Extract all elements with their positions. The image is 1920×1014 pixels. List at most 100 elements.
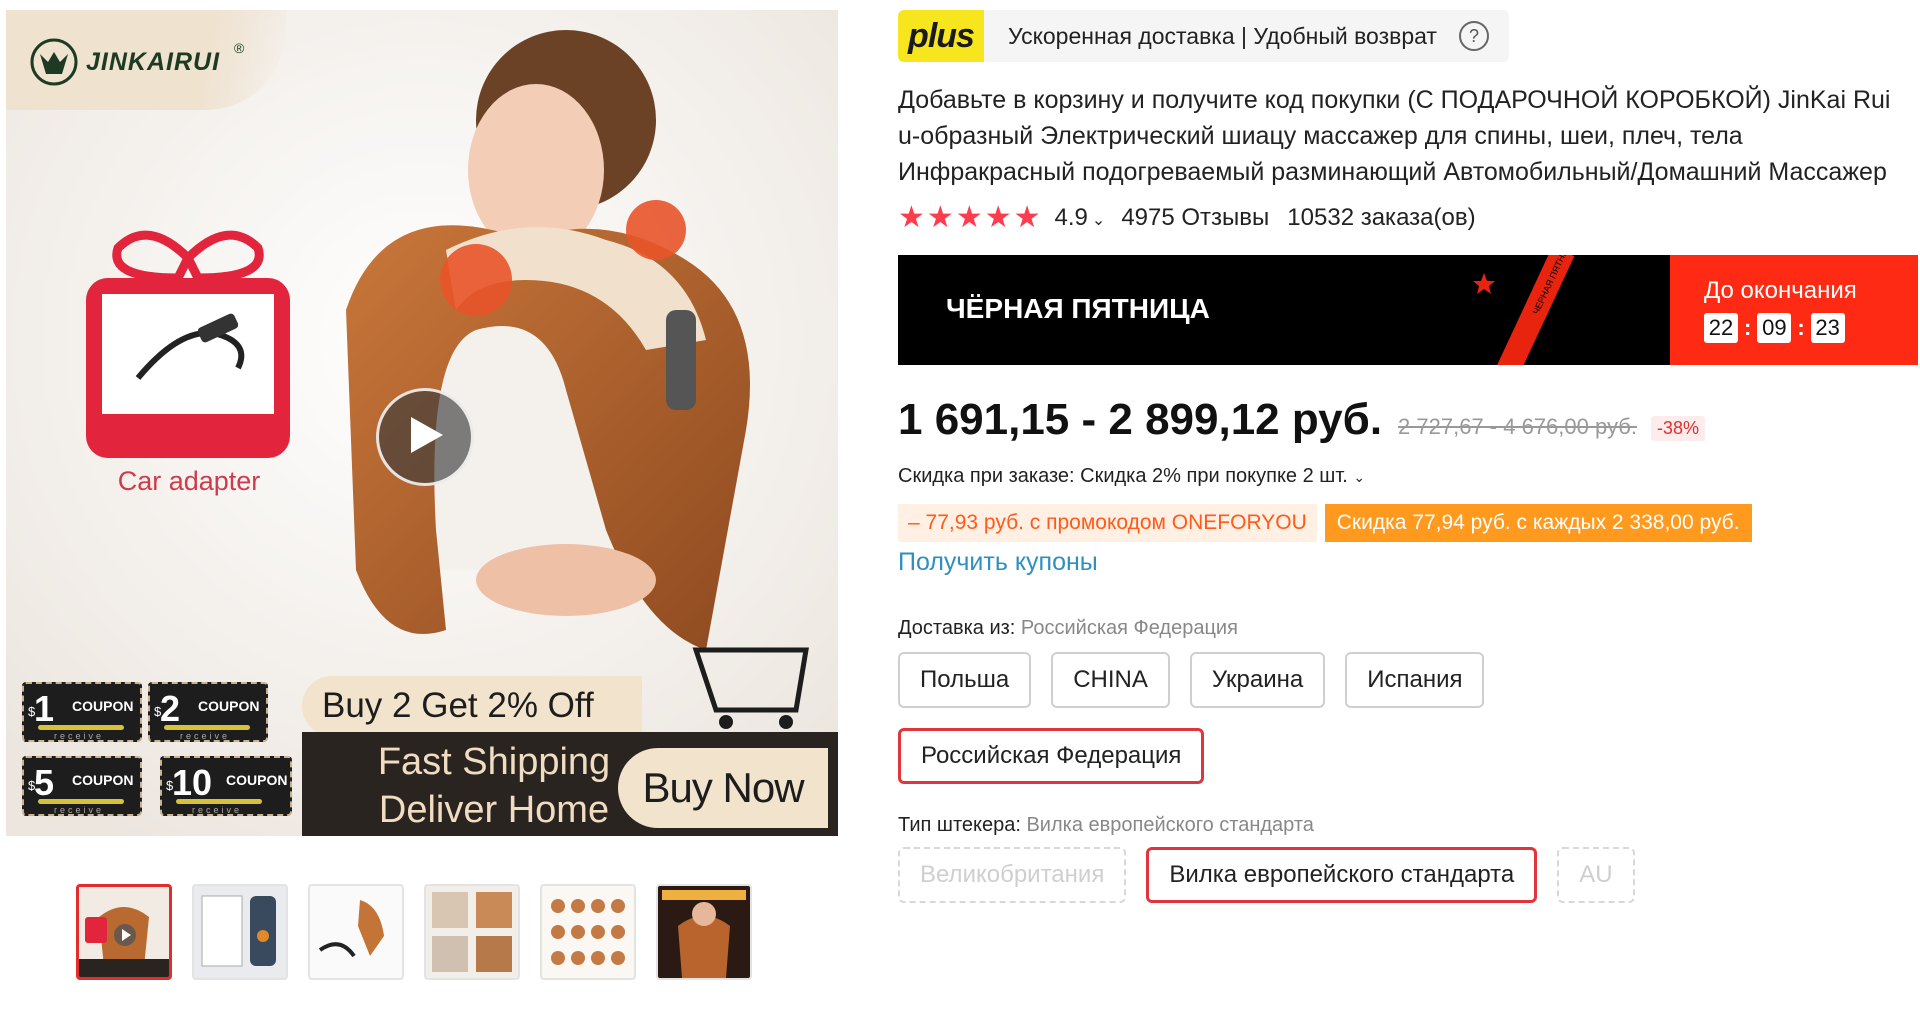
rating-value[interactable]: 4.9 ⌄ [1055, 204, 1106, 232]
product-info: plus Ускоренная доставка | Удобный возвр… [898, 10, 1918, 903]
fox-logo-icon [30, 38, 78, 86]
black-friday-banner: ЧЁРНАЯ ПЯТНИЦА ЧЕРНАЯ ПЯТНИЦА До окончан… [898, 255, 1918, 365]
star-icon: ★ [926, 201, 954, 234]
promo-buy-now: Buy Now [618, 748, 828, 828]
star-icon: ★ [984, 201, 1012, 234]
gift-title: GIFT [149, 418, 229, 457]
thumbnail-image [310, 886, 402, 978]
shipping-options: Польша CHINA Украина Испания Российская … [898, 652, 1598, 784]
get-coupons-link[interactable]: Получить купоны [898, 548, 1918, 577]
promo-fast-line2: Deliver Home [378, 789, 610, 831]
reviews-link[interactable]: 4975 Отзывы [1121, 204, 1269, 232]
coupon-receive: receive [192, 805, 243, 815]
countdown-timer: До окончания 22 : 09 : 23 [1670, 255, 1918, 365]
coupon-amount: 10 [172, 762, 213, 803]
colon: : [1744, 315, 1752, 340]
star-icon: ★ [1013, 201, 1041, 234]
thumbnail-image [426, 886, 518, 978]
coupon-receive: receive [54, 731, 105, 741]
orders-count: 10532 заказа(ов) [1287, 203, 1476, 231]
coupon-receive: receive [180, 731, 231, 741]
store-discount-tag: Скидка 77,94 руб. с каждых 2 338,00 руб. [1324, 504, 1752, 542]
price-row: 1 691,15 - 2 899,12 руб. 2 727,67 - 4 67… [898, 395, 1918, 445]
countdown-hours: 22 [1704, 313, 1738, 343]
star-icon: ★ [955, 201, 983, 234]
main-product-image[interactable]: JINKAIRUI ® GIFT Car adapter $ 1 COUPON … [6, 10, 838, 836]
plug-option-selected[interactable]: Вилка европейского стандарта [1146, 847, 1538, 903]
thumbnail[interactable] [540, 884, 636, 980]
product-title: Добавьте в корзину и получите код покупк… [898, 86, 1891, 186]
thumbnail[interactable] [192, 884, 288, 980]
old-price: 2 727,67 - 4 676,00 руб. [1398, 414, 1637, 439]
coupon-badge: $ 1 COUPON receive [22, 682, 142, 742]
star-deco-icon [1473, 273, 1495, 294]
coupon-badge: $ 10 COUPON receive [160, 756, 292, 816]
play-video-button[interactable] [376, 388, 474, 486]
thumbnail[interactable] [76, 884, 172, 980]
plug-label-text: Тип штекера: [898, 814, 1021, 836]
coupon-amount: 2 [160, 688, 181, 729]
promo-buy2: Buy 2 Get 2% Off [302, 676, 642, 736]
question-circle-icon[interactable]: ? [1458, 21, 1489, 51]
coupon-bar [176, 799, 262, 804]
star-icon: ★ [898, 201, 925, 234]
coupon-receive: receive [54, 805, 105, 815]
countdown-digits: 22 : 09 : 23 [1704, 313, 1845, 343]
coupon-bar [164, 725, 250, 730]
shipping-option[interactable]: Украина [1189, 652, 1326, 708]
shipping-label: Доставка из: Российская Федерация [898, 617, 1918, 640]
thumbnail-image [658, 886, 750, 978]
thumbnail-strip [76, 884, 752, 980]
plus-text: Ускоренная доставка | Удобный возврат [1008, 22, 1437, 49]
rating-row: ★ ★ ★ ★ ★ 4.9 ⌄ 4975 Отзывы 10532 заказа(… [898, 200, 1918, 235]
coupon-label: COUPON [198, 698, 260, 714]
chevron-down-icon: ⌄ [1091, 211, 1106, 229]
brand-name: JINKAIRUI [86, 47, 221, 76]
discount-badge: -38% [1650, 416, 1705, 441]
black-friday-title: ЧЁРНАЯ ПЯТНИЦА [946, 293, 1210, 324]
shipping-option[interactable]: CHINA [1051, 652, 1170, 708]
plus-badge: plus [898, 10, 984, 62]
play-icon [411, 417, 443, 453]
promo-code-tag: – 77,93 руб. с промокодом ONEFORYOU [898, 504, 1317, 542]
coupon-bar [38, 725, 124, 730]
plug-options: Великобритания Вилка европейского станда… [898, 847, 1798, 903]
coupon-amount: 5 [34, 762, 55, 803]
gift-subtitle: Car adapter [117, 466, 261, 496]
shipping-option[interactable]: Испания [1345, 652, 1485, 708]
coupon-badge: $ 5 COUPON receive [22, 756, 142, 816]
coupon-amount: 1 [34, 688, 55, 729]
order-discount[interactable]: Скидка при заказе: Скидка 2% при покупке… [898, 465, 1918, 488]
product-gallery: JINKAIRUI ® GIFT Car adapter $ 1 COUPON … [6, 10, 838, 980]
chevron-down-icon: ⌄ [1353, 469, 1366, 485]
colon: : [1797, 315, 1805, 340]
brand-logo: JINKAIRUI [30, 38, 220, 86]
thumbnail[interactable] [656, 884, 752, 980]
shipping-option-selected[interactable]: Российская Федерация [898, 728, 1205, 784]
promo-fast-line1: Fast Shipping [377, 741, 611, 783]
thumbnail[interactable] [308, 884, 404, 980]
coupon-label: COUPON [72, 772, 134, 788]
plug-option-disabled[interactable]: AU [1557, 847, 1635, 903]
shipping-selected-value: Российская Федерация [1020, 617, 1238, 639]
rating-stars: ★ ★ ★ ★ ★ [898, 200, 1041, 235]
countdown-minutes: 09 [1757, 313, 1792, 343]
coupon-label: COUPON [72, 698, 134, 714]
current-price: 1 691,15 - 2 899,12 руб. [898, 395, 1383, 444]
promo-fast-shipping: Fast Shipping Deliver Home [356, 738, 632, 834]
registered-mark: ® [234, 40, 245, 56]
thumbnail-image [194, 886, 286, 978]
countdown-label: До окончания [1704, 277, 1857, 304]
promo-row: – 77,93 руб. с промокодом ONEFORYOU Скид… [898, 504, 1918, 542]
countdown-seconds: 23 [1810, 313, 1845, 343]
thumbnail[interactable] [424, 884, 520, 980]
thumbnail-image [79, 887, 169, 977]
shipping-option[interactable]: Польша [898, 652, 1032, 708]
plug-label: Тип штекера: Вилка европейского стандарт… [898, 814, 1918, 837]
coupon-bar [38, 799, 124, 804]
ribbon-decoration: ЧЕРНАЯ ПЯТНИЦА [1473, 255, 1575, 365]
plus-bar: plus Ускоренная доставка | Удобный возвр… [898, 10, 1509, 62]
plug-selected-value: Вилка европейского стандарта [1026, 814, 1314, 836]
coupon-label: COUPON [226, 772, 288, 788]
plug-option-disabled[interactable]: Великобритания [898, 847, 1127, 903]
